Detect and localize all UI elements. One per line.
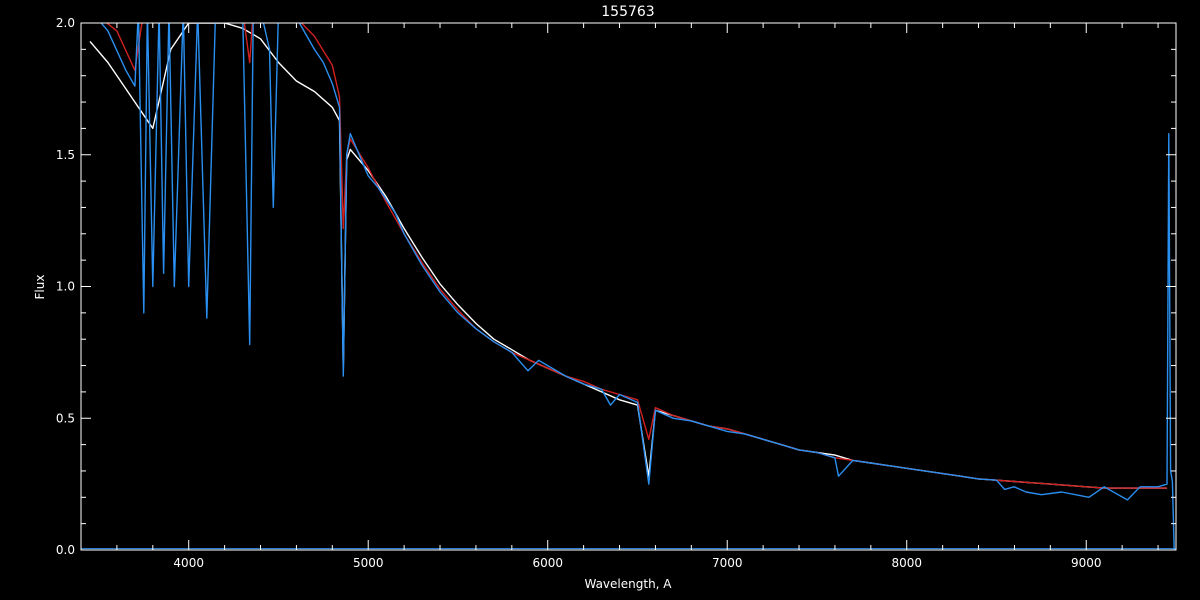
- x-tick-label: 7000: [712, 556, 743, 570]
- chart-title: 155763: [601, 4, 654, 20]
- x-tick-label: 9000: [1071, 556, 1102, 570]
- series-line-2: [105, 23, 1167, 489]
- x-axis-label: Wavelength, A: [584, 577, 672, 591]
- x-tick-label: 4000: [173, 556, 204, 570]
- y-tick-label: 1.0: [56, 280, 75, 294]
- y-tick-label: 2.0: [56, 16, 75, 30]
- y-tick-label: 0.5: [56, 411, 75, 425]
- spectrum-chart: 155763 Wavelength, A Flux 4000 5000 6000 70…: [33, 4, 1177, 591]
- axis-ticks: 4000 5000 6000 7000 8000 9000 0.0 0.5 1.0 1.5 2.0: [56, 16, 1176, 570]
- x-tick-label: 6000: [532, 556, 563, 570]
- x-tick-label: 8000: [891, 556, 922, 570]
- series-line-3: [100, 23, 1175, 550]
- y-axis-label: Flux: [33, 275, 47, 300]
- plot-series-group: [81, 23, 1176, 550]
- series-line-1: [89, 23, 1167, 489]
- x-tick-label: 5000: [353, 556, 384, 570]
- y-tick-label: 1.5: [56, 148, 75, 162]
- y-tick-label: 0.0: [56, 543, 75, 557]
